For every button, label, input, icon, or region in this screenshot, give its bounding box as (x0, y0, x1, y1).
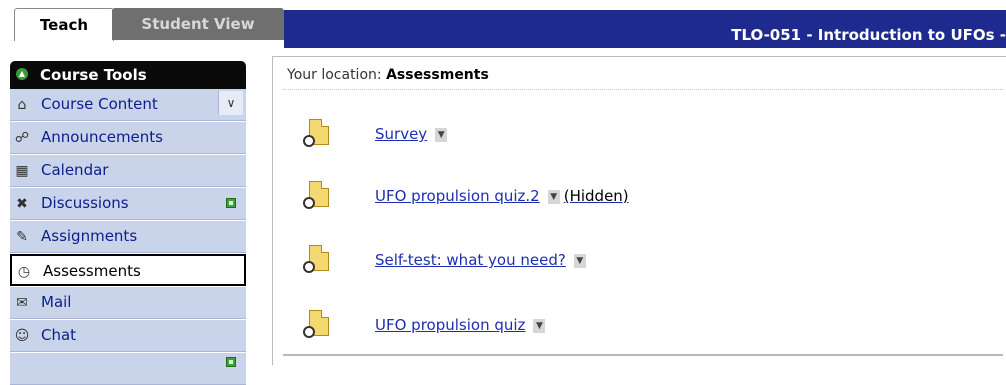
assignment-icon: ✎ (16, 229, 28, 245)
assessment-row: Survey ▼ (303, 119, 983, 153)
context-menu-icon[interactable]: ▼ (547, 189, 560, 204)
course-tools-title: Course Tools (40, 66, 147, 84)
assessment-row: UFO propulsion quiz.2 ▼ (Hidden) (303, 181, 983, 215)
tab-teach[interactable]: Teach (14, 8, 114, 41)
home-icon: ⌂ (17, 97, 27, 113)
sidebar-item-mail[interactable]: ✉ Mail (10, 287, 246, 319)
assessment-row: UFO propulsion quiz ▼ (303, 310, 983, 344)
tab-student-view[interactable]: Student View (112, 8, 284, 40)
sidebar-item-discussions[interactable]: ✖ Discussions (10, 188, 246, 220)
course-tools-header[interactable]: ▲ Course Tools (10, 61, 246, 89)
assessment-link[interactable]: Survey (375, 125, 427, 143)
mail-icon: ✉ (16, 295, 28, 311)
assessment-link[interactable]: UFO propulsion quiz.2 (375, 187, 540, 205)
context-menu-icon[interactable]: ▼ (533, 318, 546, 333)
context-menu-icon[interactable]: ▼ (573, 253, 586, 268)
sidebar-item-assignments[interactable]: ✎ Assignments (10, 221, 246, 253)
assessment-icon (303, 119, 329, 149)
assessment-status: (Hidden) (563, 187, 629, 205)
sidebar-item-label: Calendar (41, 161, 109, 179)
main-content: Your location: Assessments Survey ▼ UFO p… (272, 56, 1006, 365)
sidebar-item-calendar[interactable]: ▦ Calendar (10, 155, 246, 187)
sidebar-item-announcements[interactable]: ☍ Announcements (10, 122, 246, 154)
sidebar-item-assessments[interactable]: ◷ Assessments (10, 254, 246, 286)
collapse-up-icon[interactable]: ▲ (16, 68, 28, 80)
double-chevron-down-icon[interactable]: ∨ (218, 91, 243, 115)
sidebar-item-label: Mail (41, 293, 72, 311)
location-prefix: Your location: (287, 67, 382, 83)
pin-icon: ✖ (16, 196, 28, 212)
sidebar-item-partial[interactable] (10, 353, 246, 385)
megaphone-icon: ☍ (14, 130, 30, 146)
chat-icon: ☺ (14, 328, 30, 344)
sidebar-item-label: Chat (41, 326, 77, 344)
sidebar-item-chat[interactable]: ☺ Chat (10, 320, 246, 352)
context-menu-icon[interactable]: ▼ (435, 127, 448, 142)
assessment-link[interactable]: Self-test: what you need? (375, 251, 566, 269)
breadcrumb: Your location: Assessments (287, 67, 489, 83)
sidebar-item-label: Discussions (41, 194, 129, 212)
sidebar-item-label: Course Content (41, 95, 158, 113)
assessment-icon (303, 181, 329, 211)
assessment-row: Self-test: what you need? ▼ (303, 245, 983, 279)
divider (283, 89, 1003, 90)
sidebar-item-course-content[interactable]: ⌂ Course Content ∨ (10, 89, 246, 121)
divider (283, 354, 1003, 356)
assessment-icon (303, 245, 329, 275)
assessment-icon (303, 310, 329, 340)
new-content-icon (226, 357, 236, 367)
course-tools-sidebar: ▲ Course Tools ⌂ Course Content ∨ ☍ Anno… (10, 61, 246, 385)
title-bar: TLO-051 - Introduction to UFOs - (284, 10, 1006, 44)
top-bar: TLO-051 - Introduction to UFOs - Teach S… (0, 0, 1006, 48)
location-current: Assessments (386, 67, 489, 83)
assessment-link[interactable]: UFO propulsion quiz (375, 316, 525, 334)
sidebar-item-label: Assignments (41, 227, 138, 245)
sidebar-item-label: Assessments (43, 262, 141, 280)
sidebar-item-label: Announcements (41, 128, 163, 146)
calendar-icon: ▦ (15, 163, 29, 179)
new-content-icon (226, 198, 236, 208)
assessment-icon: ◷ (17, 264, 31, 280)
